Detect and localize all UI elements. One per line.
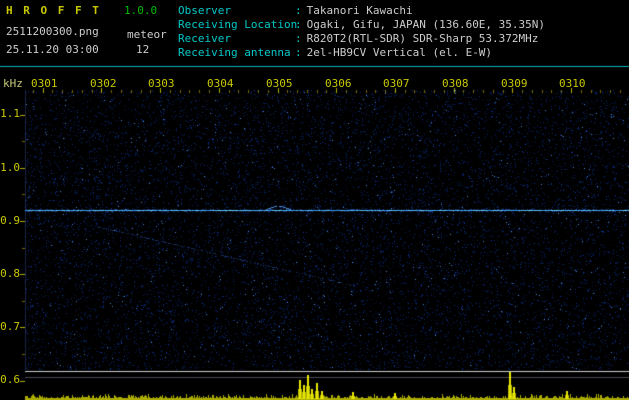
app-title: H R O F F T (6, 4, 101, 17)
header-field-value: Takanori Kawachi (306, 4, 413, 17)
header-separator: : (295, 46, 302, 59)
x-tick-label: 0309 (501, 77, 528, 90)
app-version: 1.0.0 (124, 4, 158, 17)
mode-label: meteor (127, 28, 167, 41)
header-field-label: Receiver (178, 32, 231, 45)
header-separator: : (295, 18, 302, 31)
x-tick-label: 0303 (148, 77, 175, 90)
header-field-observer: Observer: Takanori Kawachi (178, 5, 413, 16)
header-field-label: Observer (178, 4, 231, 17)
x-tick-label: 0302 (90, 77, 117, 90)
x-tick-label: 0305 (266, 77, 293, 90)
header-field-value: 2el-HB9CV Vertical (el. E-W) (306, 46, 493, 59)
y-tick-label: 1.1 (0, 107, 20, 120)
y-tick-label: 0.9 (0, 214, 20, 227)
x-tick-label: 0310 (559, 77, 586, 90)
x-tick-label: 0307 (383, 77, 410, 90)
header-field-antenna: Receiving antenna:2el-HB9CV Vertical (el… (178, 47, 492, 58)
y-tick-label: 0.7 (0, 320, 20, 333)
x-tick-label: 0306 (325, 77, 352, 90)
y-tick-label: 1.0 (0, 161, 20, 174)
x-tick-label: 0308 (442, 77, 469, 90)
hrofft-window: H R O F F T 1.0.0 2511200300.png meteor … (0, 0, 629, 400)
header-field-location: Receiving Location: Ogaki, Gifu, JAPAN (1… (178, 19, 545, 30)
timestamp: 25.11.20 03:00 (6, 43, 99, 56)
x-tick-label: 0304 (207, 77, 234, 90)
header-field-label: Receiving antenna (178, 46, 291, 59)
header-separator: : (295, 4, 302, 17)
header-separator: : (295, 32, 302, 45)
header-field-receiver: Receiver: R820T2(RTL-SDR) SDR-Sharp 53.37… (178, 33, 538, 44)
output-filename: 2511200300.png (6, 25, 99, 38)
header-field-value: R820T2(RTL-SDR) SDR-Sharp 53.372MHz (306, 32, 539, 45)
y-tick-label: 0.6 (0, 373, 20, 386)
meteor-count: 12 (136, 43, 150, 56)
x-tick-label: 0301 (31, 77, 58, 90)
y-tick-label: 0.8 (0, 267, 20, 280)
khz-axis-label: kHz (3, 77, 23, 90)
header-field-value: Ogaki, Gifu, JAPAN (136.60E, 35.35N) (306, 18, 546, 31)
spectrogram-canvas (0, 0, 629, 400)
header-field-label: Receiving Location (178, 18, 298, 31)
